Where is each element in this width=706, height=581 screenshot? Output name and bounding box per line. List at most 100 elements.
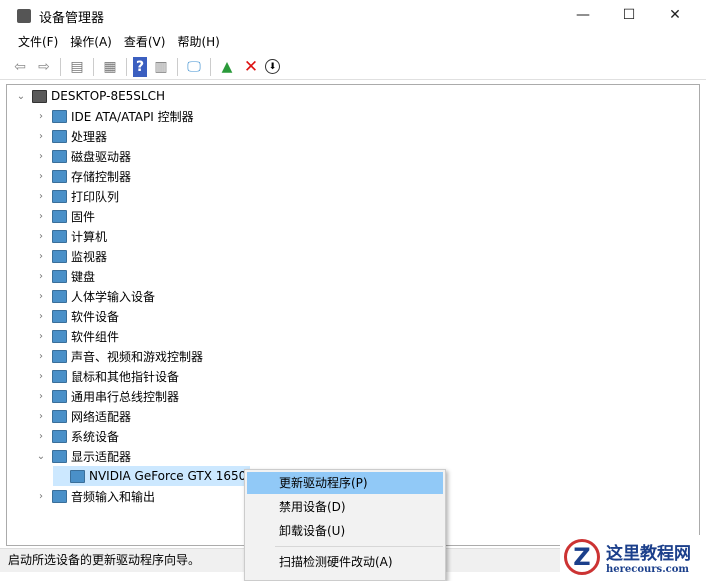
forward-icon[interactable]: ⇨ bbox=[34, 57, 54, 77]
menu-item-disable-device[interactable]: 禁用设备(D) bbox=[247, 496, 443, 518]
device-category-icon bbox=[52, 229, 67, 243]
help-icon[interactable]: ? bbox=[133, 56, 147, 77]
menu-item-uninstall-device[interactable]: 卸载设备(U) bbox=[247, 520, 443, 542]
tree-item[interactable]: › 音频输入和输出 bbox=[35, 486, 159, 506]
show-hide-console-tree-icon[interactable]: ▤ bbox=[67, 57, 87, 77]
tree-item[interactable]: › 网络适配器 bbox=[35, 406, 135, 426]
menu-file[interactable]: 文件(F) bbox=[12, 32, 64, 52]
tree-item-label: 键盘 bbox=[71, 269, 96, 284]
device-category-icon bbox=[52, 269, 67, 283]
menu-view[interactable]: 查看(V) bbox=[118, 32, 172, 52]
device-category-icon bbox=[52, 309, 67, 323]
action-pane-icon[interactable]: ▥ bbox=[151, 57, 171, 77]
chevron-right-icon[interactable]: › bbox=[35, 111, 47, 122]
tree-item[interactable]: ⌄ 显示适配器 bbox=[35, 446, 135, 466]
chevron-right-icon[interactable]: › bbox=[35, 131, 47, 142]
tree-item[interactable]: › 打印队列 bbox=[35, 186, 123, 206]
tree-item-label: 鼠标和其他指针设备 bbox=[71, 369, 180, 384]
close-button[interactable]: ✕ bbox=[652, 0, 698, 30]
device-category-icon bbox=[52, 129, 67, 143]
tree-item[interactable]: › 软件组件 bbox=[35, 326, 123, 346]
device-category-icon bbox=[52, 169, 67, 183]
properties-icon[interactable]: ▦ bbox=[100, 57, 120, 77]
device-category-icon bbox=[52, 209, 67, 223]
tree-item[interactable]: NVIDIA GeForce GTX 1650 bbox=[53, 466, 251, 486]
tree-item-label: NVIDIA GeForce GTX 1650 bbox=[89, 469, 247, 483]
chevron-down-icon[interactable]: ⌄ bbox=[35, 451, 47, 462]
minimize-button[interactable]: — bbox=[560, 0, 606, 30]
chevron-right-icon[interactable]: › bbox=[35, 291, 47, 302]
window-title: 设备管理器 bbox=[39, 10, 105, 26]
menu-divider bbox=[275, 546, 443, 547]
tree-item[interactable]: › 鼠标和其他指针设备 bbox=[35, 366, 183, 386]
tree-item-label: 通用串行总线控制器 bbox=[71, 389, 180, 404]
chevron-right-icon[interactable]: › bbox=[35, 331, 47, 342]
device-category-icon bbox=[52, 489, 67, 503]
device-category-icon bbox=[52, 189, 67, 203]
back-icon[interactable]: ⇦ bbox=[10, 57, 30, 77]
chevron-right-icon[interactable]: › bbox=[35, 231, 47, 242]
tree-item-label: 显示适配器 bbox=[71, 449, 132, 464]
disable-icon[interactable]: ⬇ bbox=[265, 59, 280, 74]
context-menu: 更新驱动程序(P) 禁用设备(D) 卸载设备(U) 扫描检测硬件改动(A) bbox=[244, 469, 446, 581]
tree-item[interactable]: › 监视器 bbox=[35, 246, 111, 266]
watermark-url: herecours.com bbox=[606, 564, 690, 575]
menu-item-scan-hardware[interactable]: 扫描检测硬件改动(A) bbox=[247, 551, 443, 573]
maximize-button[interactable]: ☐ bbox=[606, 0, 652, 30]
device-category-icon bbox=[52, 409, 67, 423]
tree-item[interactable]: › 人体学输入设备 bbox=[35, 286, 159, 306]
tree-item[interactable]: › 磁盘驱动器 bbox=[35, 146, 135, 166]
tree-item[interactable]: › 计算机 bbox=[35, 226, 111, 246]
update-driver-icon[interactable]: ▲ bbox=[217, 57, 237, 77]
uninstall-icon[interactable]: ✕ bbox=[241, 57, 261, 77]
tree-item[interactable]: › 处理器 bbox=[35, 126, 111, 146]
tree-item[interactable]: › 系统设备 bbox=[35, 426, 123, 446]
tree-item-label: 系统设备 bbox=[71, 429, 120, 444]
chevron-right-icon[interactable]: › bbox=[35, 411, 47, 422]
chevron-right-icon[interactable]: › bbox=[35, 311, 47, 322]
root-label: DESKTOP-8E5SLCH bbox=[51, 89, 166, 103]
menu-bar: 文件(F) 操作(A) 查看(V) 帮助(H) bbox=[0, 32, 226, 52]
tree-item-label: 打印队列 bbox=[71, 189, 120, 204]
tree-item-label: 网络适配器 bbox=[71, 409, 132, 424]
chevron-right-icon[interactable]: › bbox=[35, 371, 47, 382]
tree-item[interactable]: › 声音、视频和游戏控制器 bbox=[35, 346, 207, 366]
chevron-right-icon[interactable]: › bbox=[35, 491, 47, 502]
chevron-right-icon[interactable]: › bbox=[35, 391, 47, 402]
chevron-right-icon[interactable]: › bbox=[35, 171, 47, 182]
device-category-icon bbox=[52, 369, 67, 383]
chevron-right-icon[interactable]: › bbox=[35, 431, 47, 442]
chevron-right-icon[interactable]: › bbox=[35, 351, 47, 362]
menu-item-update-driver[interactable]: 更新驱动程序(P) bbox=[247, 472, 443, 494]
chevron-down-icon[interactable]: ⌄ bbox=[15, 91, 27, 102]
device-category-icon bbox=[70, 469, 85, 483]
tree-root[interactable]: ⌄ DESKTOP-8E5SLCH bbox=[15, 86, 165, 106]
tree-item-label: 人体学输入设备 bbox=[71, 289, 156, 304]
scan-hardware-icon[interactable]: 🖵 bbox=[184, 57, 204, 77]
tree-item[interactable]: › 固件 bbox=[35, 206, 99, 226]
tree-item-label: 软件设备 bbox=[71, 309, 120, 324]
chevron-right-icon[interactable]: › bbox=[35, 271, 47, 282]
tree-item-label: 计算机 bbox=[71, 229, 108, 244]
device-category-icon bbox=[52, 389, 67, 403]
menu-action[interactable]: 操作(A) bbox=[64, 32, 118, 52]
device-manager-icon bbox=[17, 9, 31, 23]
device-category-icon bbox=[52, 109, 67, 123]
computer-icon bbox=[32, 89, 47, 103]
chevron-right-icon[interactable]: › bbox=[35, 251, 47, 262]
chevron-right-icon[interactable]: › bbox=[35, 191, 47, 202]
chevron-right-icon[interactable]: › bbox=[35, 151, 47, 162]
tree-item-label: 音频输入和输出 bbox=[71, 489, 156, 504]
watermark: Z 这里教程网 herecours.com bbox=[560, 535, 706, 579]
tree-item[interactable]: › IDE ATA/ATAPI 控制器 bbox=[35, 106, 198, 126]
device-category-icon bbox=[52, 329, 67, 343]
chevron-right-icon[interactable]: › bbox=[35, 211, 47, 222]
watermark-logo: Z bbox=[564, 539, 600, 575]
tree-item-label: 监视器 bbox=[71, 249, 108, 264]
menu-help[interactable]: 帮助(H) bbox=[171, 32, 225, 52]
tree-item[interactable]: › 软件设备 bbox=[35, 306, 123, 326]
tree-item[interactable]: › 存储控制器 bbox=[35, 166, 135, 186]
tree-item[interactable]: › 通用串行总线控制器 bbox=[35, 386, 183, 406]
tree-item-label: 磁盘驱动器 bbox=[71, 149, 132, 164]
tree-item[interactable]: › 键盘 bbox=[35, 266, 99, 286]
